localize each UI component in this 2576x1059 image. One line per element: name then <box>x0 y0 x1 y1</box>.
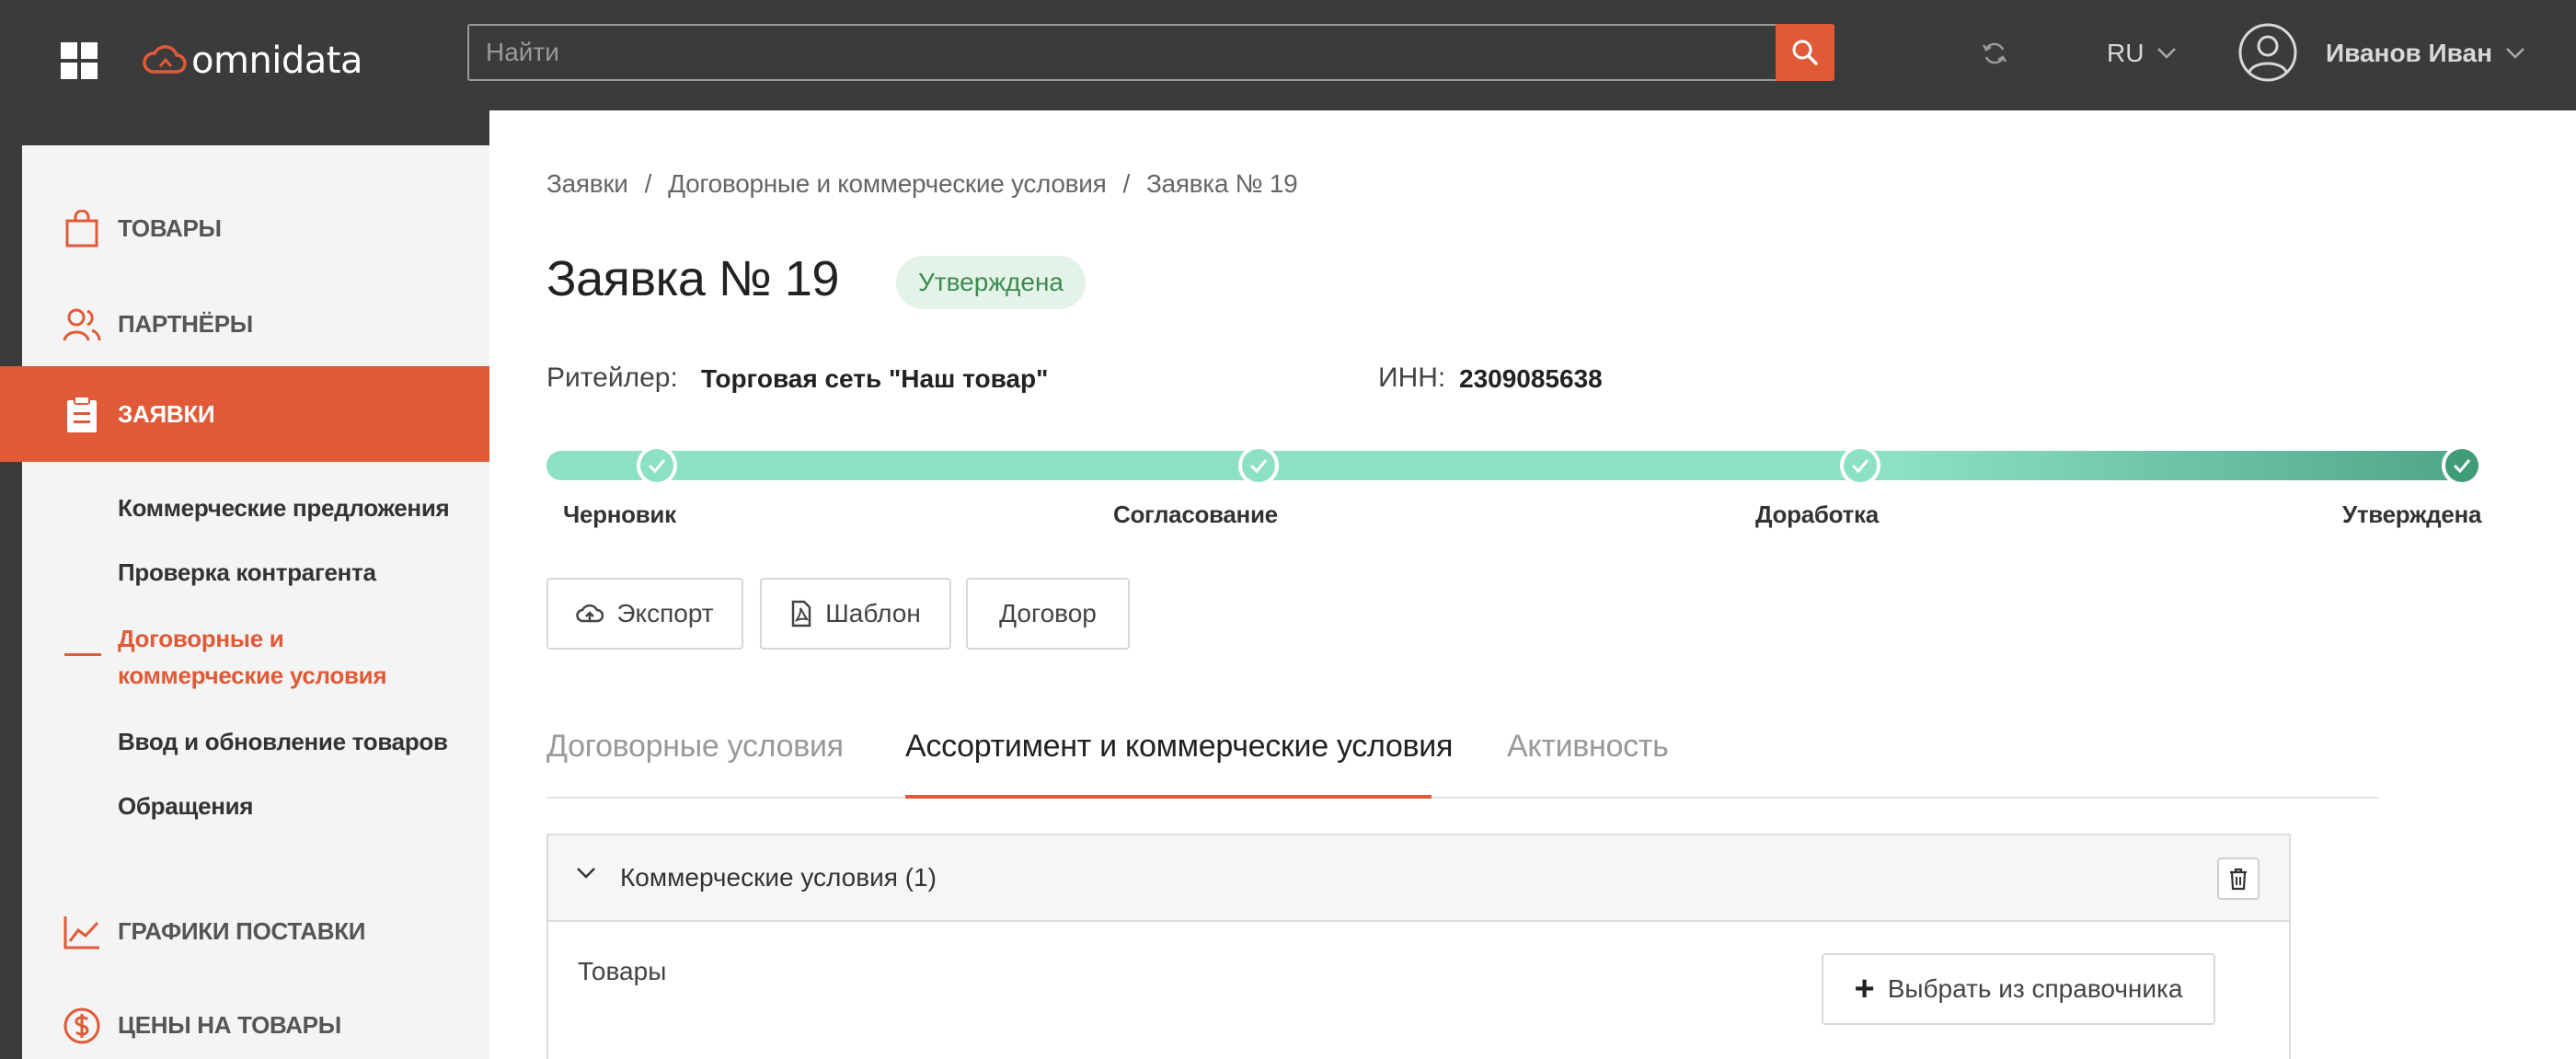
tab-activity[interactable]: Активность <box>1507 729 1669 765</box>
breadcrumb-separator: / <box>1122 169 1130 198</box>
breadcrumb-contract-terms[interactable]: Договорные и коммерческие условия <box>668 169 1107 199</box>
shopping-bag-icon <box>63 210 101 248</box>
tab-assortment[interactable]: Ассортимент и коммерческие условия <box>905 729 1453 765</box>
user-name: Иванов Иван <box>2326 39 2493 67</box>
active-indicator <box>64 653 101 656</box>
logo[interactable]: omnidata <box>140 40 363 82</box>
sidebar-item-prices[interactable]: ЦЕНЫ НА ТОВАРЫ <box>22 977 489 1059</box>
pick-from-catalog-label: Выбрать из справочника <box>1887 974 2183 1003</box>
progress-step-4 <box>2442 445 2482 486</box>
chart-line-icon <box>63 913 101 951</box>
active-tab-indicator <box>905 795 1432 799</box>
contract-button-label: Договор <box>999 599 1097 627</box>
chevron-down-icon <box>2506 48 2524 59</box>
retailer-value: Торговая сеть "Наш товар" <box>701 364 1049 393</box>
sidebar-item-label: ЗАЯВКИ <box>118 399 215 428</box>
language-label: RU <box>2107 39 2145 67</box>
progress-step-label: Черновик <box>563 501 676 528</box>
progress-step-2 <box>1238 445 1279 486</box>
sidebar-subitem-label-line1: Договорные и <box>118 625 284 652</box>
sidebar-subitem-label-line2: коммерческие условия <box>118 662 387 689</box>
cloud-logo-icon <box>143 45 187 74</box>
goods-label: Товары <box>578 957 667 985</box>
search-button[interactable] <box>1776 24 1834 81</box>
tabs-divider <box>546 797 2379 799</box>
progress-step-label: Доработка <box>1755 501 1879 528</box>
retailer-label: Ритейлер: <box>546 363 678 393</box>
template-button-label: Шаблон <box>825 599 921 627</box>
sidebar-subitem-appeals[interactable]: Обращения <box>118 788 253 824</box>
top-bar: omnidata RU Иванов Иван <box>0 0 2576 110</box>
sync-icon[interactable] <box>1980 39 2009 68</box>
section-header[interactable]: Коммерческие условия (1) <box>548 835 2289 922</box>
sidebar-item-delivery-schedules[interactable]: ГРАФИКИ ПОСТАВКИ <box>22 883 489 979</box>
sidebar-item-partners[interactable]: ПАРТНЁРЫ <box>22 276 489 372</box>
section-title: Коммерческие условия (1) <box>620 863 937 892</box>
trash-icon <box>2230 868 2247 891</box>
dollar-circle-icon <box>63 1007 101 1045</box>
export-button[interactable]: Экспорт <box>546 578 743 650</box>
sidebar-item-requests[interactable]: ЗАЯВКИ <box>0 366 489 462</box>
sidebar-subitem-products-update[interactable]: Ввод и обновление товаров <box>118 723 448 760</box>
check-icon <box>2453 459 2471 473</box>
user-menu[interactable]: Иванов Иван <box>2326 35 2525 72</box>
inn-label: ИНН: <box>1378 363 1446 393</box>
apps-grid-icon[interactable] <box>61 42 98 79</box>
search-box <box>467 24 1777 81</box>
delete-button[interactable] <box>2217 858 2260 900</box>
breadcrumb-separator: / <box>644 169 652 198</box>
clipboard-icon <box>63 396 101 434</box>
sidebar-item-label: ГРАФИКИ ПОСТАВКИ <box>118 916 366 945</box>
breadcrumb-current: Заявка № 19 <box>1145 169 1298 198</box>
tab-contract-terms[interactable]: Договорные условия <box>546 729 844 765</box>
chevron-down-icon <box>2157 48 2177 59</box>
pdf-file-icon <box>791 600 811 627</box>
search-input[interactable] <box>486 26 1755 79</box>
brand-name: omnidata <box>191 40 363 82</box>
sidebar-subitem-contract-terms[interactable]: Договорные и коммерческие условия <box>118 620 387 694</box>
sidebar-subitem-commercial-offers[interactable]: Коммерческие предложения <box>118 489 450 526</box>
sidebar-item-products[interactable]: ТОВАРЫ <box>22 180 489 276</box>
check-icon <box>648 459 666 473</box>
main-content: Заявки / Договорные и коммерческие услов… <box>489 110 2576 1059</box>
sidebar: ТОВАРЫ ПАРТНЁРЫ ЗАЯВКИ Коммерческие пред… <box>0 145 489 1059</box>
export-button-label: Экспорт <box>616 599 714 627</box>
status-badge: Утверждена <box>896 256 1086 309</box>
progress-step-label: Утверждена <box>2342 501 2482 528</box>
pick-from-catalog-button[interactable]: + Выбрать из справочника <box>1822 953 2215 1025</box>
status-progress-bar <box>546 451 2478 480</box>
check-icon <box>1249 459 1268 473</box>
template-button[interactable]: Шаблон <box>760 578 951 650</box>
user-avatar-icon[interactable] <box>2237 22 2298 83</box>
page-title: Заявка № 19 <box>546 251 839 306</box>
plus-icon: + <box>1854 969 1875 1008</box>
cloud-upload-icon <box>576 604 604 623</box>
progress-step-3 <box>1840 445 1880 486</box>
search-icon <box>1792 40 1818 65</box>
progress-step-1 <box>637 445 677 486</box>
progress-step-label: Согласование <box>1113 501 1278 528</box>
sidebar-item-label: ТОВАРЫ <box>118 213 222 242</box>
users-icon <box>63 305 101 344</box>
contract-button[interactable]: Договор <box>966 578 1130 650</box>
breadcrumb-requests[interactable]: Заявки <box>546 169 628 199</box>
check-icon <box>1851 459 1869 473</box>
chevron-down-icon[interactable] <box>576 867 596 880</box>
breadcrumb: Заявки / Договорные и коммерческие услов… <box>546 169 1298 199</box>
inn-value: 2309085638 <box>1459 364 1603 393</box>
commercial-terms-section: Коммерческие условия (1) Товары + Выбрат… <box>546 834 2291 1059</box>
sidebar-item-label: ЦЕНЫ НА ТОВАРЫ <box>118 1010 341 1039</box>
language-selector[interactable]: RU <box>2107 35 2177 72</box>
sidebar-item-label: ПАРТНЁРЫ <box>118 309 253 338</box>
sidebar-subitem-counterparty-check[interactable]: Проверка контрагента <box>118 554 376 591</box>
